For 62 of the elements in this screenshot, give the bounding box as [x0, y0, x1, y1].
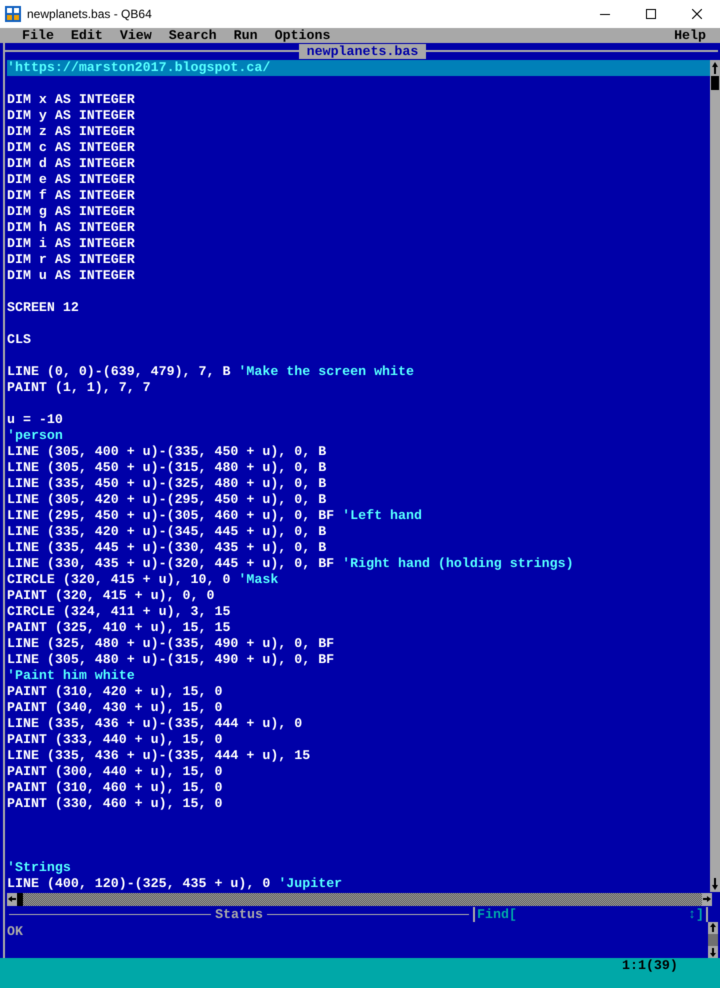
code-line: LINE (335, 436 + u)-(335, 444 + u), 0 — [7, 716, 304, 732]
code-line: LINE (335, 450 + u)-(325, 480 + u), 0, B — [7, 476, 328, 492]
code-line: LINE (305, 400 + u)-(335, 450 + u), 0, B — [7, 444, 328, 460]
code-line: DIM x AS INTEGER — [7, 92, 136, 108]
code-line: u = -10 — [7, 412, 64, 428]
code-line: LINE (305, 450 + u)-(315, 480 + u), 0, B — [7, 460, 328, 476]
window-title: newplanets.bas - QB64 — [27, 7, 153, 21]
code-line: PAINT (310, 420 + u), 15, 0 — [7, 684, 224, 700]
menu-item[interactable]: Run — [234, 28, 258, 43]
code-line: PAINT (325, 410 + u), 15, 15 — [7, 620, 232, 636]
panel-title: Status — [215, 907, 263, 922]
code-line: DIM u AS INTEGER — [7, 268, 136, 284]
vertical-scrollbar[interactable] — [708, 922, 718, 958]
code-line: LINE (295, 450 + u)-(305, 460 + u), 0, BF 'Left hand — [7, 508, 423, 524]
code-line: LINE (335, 420 + u)-(345, 445 + u), 0, B — [7, 524, 328, 540]
code-line: PAINT (340, 430 + u), 15, 0 — [7, 700, 224, 716]
cursor-position: 1:1(39) — [621, 958, 679, 973]
code-line: PAINT (330, 460 + u), 15, 0 — [7, 796, 224, 812]
code-line: PAINT (320, 415 + u), 0, 0 — [7, 588, 216, 604]
code-line: CIRCLE (324, 411 + u), 3, 15 — [7, 604, 232, 620]
code-line: DIM c AS INTEGER — [7, 140, 136, 156]
code-line: LINE (330, 435 + u)-(320, 445 + u), 0, BF 'Right hand (holding strings) — [7, 556, 575, 572]
code-line: DIM g AS INTEGER — [7, 204, 136, 220]
menu-item[interactable]: File — [22, 28, 54, 43]
code-line: DIM y AS INTEGER — [7, 108, 136, 124]
code-line: LINE (305, 480 + u)-(315, 490 + u), 0, BF — [7, 652, 336, 668]
horizontal-scrollbar[interactable] — [7, 892, 712, 907]
code-line: DIM i AS INTEGER — [7, 236, 136, 252]
find-field[interactable]: Find[ ↕] — [473, 907, 708, 922]
code-line: LINE (0, 0)-(639, 479), 7, B 'Make the screen white — [7, 364, 415, 380]
code-line: PAINT (333, 440 + u), 15, 0 — [7, 732, 224, 748]
status-message: OK — [6, 923, 24, 941]
file-tab[interactable]: newplanets.bas — [298, 44, 426, 59]
code-line: SCREEN 12 — [7, 300, 80, 316]
code-line: LINE (305, 420 + u)-(295, 450 + u), 0, B — [7, 492, 328, 508]
code-line: DIM e AS INTEGER — [7, 172, 136, 188]
code-line: DIM h AS INTEGER — [7, 220, 136, 236]
code-line: DIM z AS INTEGER — [7, 124, 136, 140]
close-icon[interactable] — [692, 9, 702, 19]
code-line: DIM f AS INTEGER — [7, 188, 136, 204]
code-line: LINE (325, 480 + u)-(335, 490 + u), 0, BF — [7, 636, 336, 652]
menu-item[interactable]: Edit — [70, 28, 103, 43]
menu-item[interactable]: View — [120, 28, 152, 43]
menu-item[interactable]: Search — [168, 28, 217, 43]
code-line: PAINT (300, 440 + u), 15, 0 — [7, 764, 224, 780]
code-line: LINE (335, 445 + u)-(330, 435 + u), 0, B — [7, 540, 328, 556]
code-line: LINE (335, 436 + u)-(335, 444 + u), 15 — [7, 748, 312, 764]
code-line: 'Strings — [7, 860, 72, 876]
menu-item[interactable]: Options — [274, 28, 330, 43]
code-line: DIM r AS INTEGER — [7, 252, 136, 268]
code-line: 'Paint him white — [7, 668, 136, 684]
code-line: CLS — [7, 332, 32, 348]
app-icon — [5, 6, 21, 22]
code-line: 'person — [7, 428, 64, 444]
vertical-scrollbar[interactable] — [710, 60, 720, 892]
menu-item[interactable]: Help — [674, 28, 706, 43]
code-line: CIRCLE (320, 415 + u), 10, 0 'Mask — [7, 572, 280, 588]
code-line: DIM d AS INTEGER — [7, 156, 136, 172]
code-line: LINE (400, 120)-(325, 435 + u), 0 'Jupiter — [7, 876, 344, 892]
maximize-icon[interactable] — [646, 9, 656, 19]
code-line: PAINT (310, 460 + u), 15, 0 — [7, 780, 224, 796]
code-line: PAINT (1, 1), 7, 7 — [7, 380, 152, 396]
